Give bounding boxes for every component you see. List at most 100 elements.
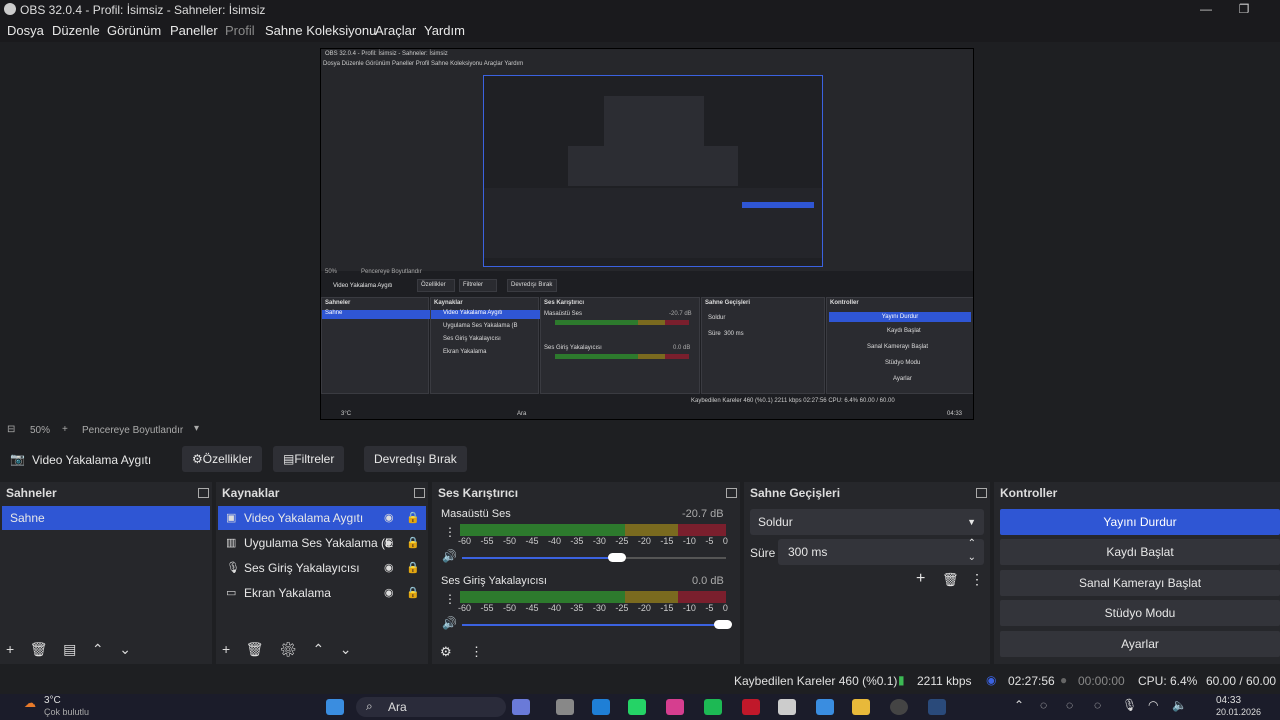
microphone-icon: 🎙 (226, 562, 240, 574)
undock-icon[interactable] (726, 488, 737, 498)
menu-file[interactable]: Dosya (7, 23, 44, 38)
volume-knob[interactable] (714, 620, 732, 629)
tray-icon[interactable]: ◌ (1094, 698, 1101, 712)
settings-button[interactable]: Ayarlar (1000, 631, 1280, 657)
scene-item[interactable]: Sahne (2, 506, 210, 530)
menu-help[interactable]: Yardım (424, 23, 465, 38)
trash-icon[interactable]: 🗑 (30, 641, 48, 657)
start-recording-button[interactable]: Kaydı Başlat (1000, 539, 1280, 565)
lock-icon[interactable]: 🔒 (406, 531, 420, 555)
undock-icon[interactable] (198, 488, 209, 498)
stepper-down-icon[interactable]: ⌄ (968, 545, 976, 571)
folder-icon[interactable] (852, 699, 870, 715)
zoom-level: 50% (30, 425, 51, 436)
steam-icon[interactable] (928, 699, 946, 715)
preview-window-title: OBS 32.0.4 - Profil: İsimsiz - Sahneler:… (325, 51, 448, 57)
trash-icon[interactable]: 🗑 (246, 641, 264, 657)
lock-icon[interactable]: 🔒 (406, 556, 420, 580)
task-view-icon[interactable] (556, 699, 574, 715)
whatsapp-icon[interactable] (628, 699, 646, 715)
up-icon[interactable]: ⌃ (92, 641, 104, 657)
dropped-frames: Kaybedilen Kareler 460 (%0.1) (734, 674, 898, 688)
chevron-up-icon[interactable]: ⌃ (1014, 698, 1024, 712)
tray-icon[interactable]: ◌ (1040, 698, 1047, 712)
menu-profile[interactable]: Profil (225, 23, 255, 38)
edge-icon[interactable] (592, 699, 610, 715)
stop-streaming-button[interactable]: Yayını Durdur (1000, 509, 1280, 535)
speaker-icon[interactable]: 🔊 (442, 549, 457, 563)
volume-slider[interactable] (462, 557, 620, 559)
more-icon[interactable]: ⋮ (470, 644, 483, 660)
eye-icon[interactable]: ◉ (384, 531, 394, 555)
spotify-icon[interactable] (704, 699, 722, 715)
app-icon[interactable] (742, 699, 760, 715)
minimize-icon[interactable]: — (1196, 2, 1216, 18)
source-item[interactable]: ▥ Uygulama Ses Yakalama (E ◉ 🔒 (218, 531, 426, 555)
add-icon[interactable]: + (6, 641, 14, 657)
copilot-icon[interactable] (512, 699, 530, 715)
mixer-settings-icon[interactable]: ⚙ (440, 644, 452, 660)
preview-canvas[interactable]: OBS 32.0.4 - Profil: İsimsiz - Sahneler:… (320, 48, 974, 420)
source-item[interactable]: 🎙 Ses Giriş Yakalayıcısı ◉ 🔒 (218, 556, 426, 580)
studio-mode-button[interactable]: Stüdyo Modu (1000, 600, 1280, 626)
up-icon[interactable]: ⌃ (312, 641, 324, 657)
volume-icon[interactable]: 🔈 (1172, 698, 1187, 712)
obs-icon[interactable] (890, 699, 908, 715)
eye-icon[interactable]: ◉ (384, 581, 394, 605)
zoom-out-icon[interactable]: ⊟ (7, 424, 15, 435)
maximize-icon[interactable]: ❐ (1234, 2, 1254, 18)
lock-icon[interactable]: 🔒 (406, 506, 420, 530)
menu-tools[interactable]: Araçlar (375, 23, 416, 38)
down-icon[interactable]: ⌄ (119, 641, 131, 657)
fit-dropdown-icon[interactable]: ▾ (194, 423, 199, 434)
disable-button[interactable]: Devredışı Bırak (364, 446, 467, 472)
chatgpt-icon[interactable] (778, 699, 796, 715)
undock-icon[interactable] (976, 488, 987, 498)
start-icon[interactable] (326, 699, 344, 715)
speaker-icon[interactable]: 🔊 (442, 616, 457, 630)
add-icon[interactable]: + (916, 570, 925, 588)
more-icon[interactable]: ⋮ (444, 525, 456, 539)
store-icon[interactable] (816, 699, 834, 715)
transitions-dock: Sahne Geçişleri Soldur ▼ Süre 300 ms ⌃ ⌄… (744, 482, 990, 664)
start-virtual-camera-button[interactable]: Sanal Kamerayı Başlat (1000, 570, 1280, 596)
duration-input[interactable]: 300 ms ⌃ ⌄ (778, 538, 984, 565)
menu-scene-collection[interactable]: Sahne Koleksiyonu (265, 23, 376, 38)
more-icon[interactable]: ⋮ (444, 592, 456, 606)
preview-temp: 3°C (341, 411, 352, 417)
down-icon[interactable]: ⌄ (340, 641, 352, 657)
fit-to-window[interactable]: Pencereye Boyutlandır (82, 425, 183, 436)
properties-button[interactable]: ⚙Özellikler (182, 446, 263, 472)
microphone-icon[interactable]: 🎙 (1122, 698, 1137, 712)
volume-knob[interactable] (608, 553, 626, 562)
transitions-header: Sahne Geçişleri (750, 486, 841, 500)
instagram-icon[interactable] (666, 699, 684, 715)
controls-header: Kontroller (1000, 486, 1058, 500)
lock-icon[interactable]: 🔒 (406, 581, 420, 605)
gear-icon[interactable]: ⚙ (279, 641, 297, 657)
search-box[interactable]: ⌕ Ara (356, 697, 506, 717)
volume-slider[interactable] (462, 624, 726, 626)
menu-docks[interactable]: Paneller (170, 23, 218, 38)
eye-icon[interactable]: ◉ (384, 556, 394, 580)
transition-select[interactable]: Soldur ▼ (750, 509, 984, 535)
eye-icon[interactable]: ◉ (384, 506, 394, 530)
preview-menu: Dosya Düzenle Görünüm Paneller Profil Sa… (323, 61, 524, 67)
trash-icon[interactable]: 🗑 (942, 572, 959, 588)
source-item[interactable]: ▣ Video Yakalama Aygıtı ◉ 🔒 (218, 506, 426, 530)
filter-icon: ▤ (283, 452, 295, 466)
wifi-icon[interactable]: ◠ (1148, 698, 1158, 712)
undock-icon[interactable] (414, 488, 425, 498)
preview-scenes: Sahneler Sahne (321, 297, 431, 394)
more-icon[interactable]: ⋮ (970, 571, 984, 588)
filter-icon[interactable]: ▤ (63, 641, 76, 657)
menu-view[interactable]: Görünüm (107, 23, 161, 38)
tray-icon[interactable]: ◌ (1066, 698, 1073, 712)
add-icon[interactable]: + (222, 641, 230, 657)
menu-edit[interactable]: Düzenle (52, 23, 100, 38)
source-item[interactable]: ▭ Ekran Yakalama ◉ 🔒 (218, 581, 426, 605)
filters-button[interactable]: ▤Filtreler (273, 446, 345, 472)
zoom-in-icon[interactable]: + (62, 424, 68, 435)
preview-panels: 50% Pencereye Boyutlandır Video Yakalama… (321, 269, 973, 419)
meter-ticks: -60 -55 -50 -45 -40 -35 -30 -25 -20 -15 -10 -5 0 (458, 536, 728, 546)
